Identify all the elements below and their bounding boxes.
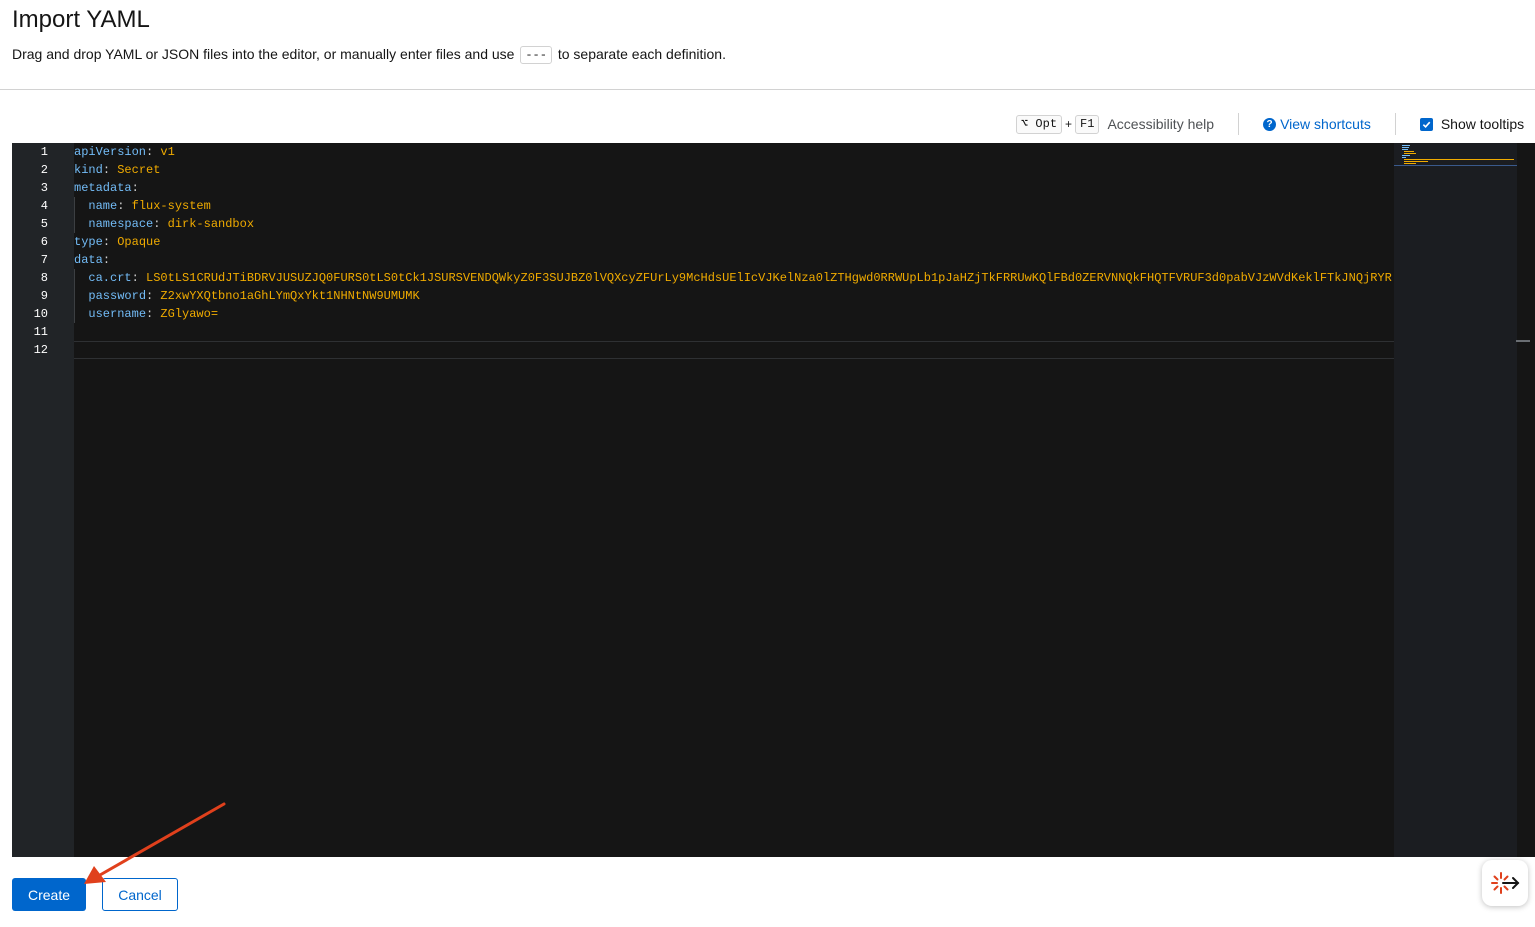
view-shortcuts-button[interactable]: ? View shortcuts xyxy=(1263,116,1371,132)
minimap-line xyxy=(1402,149,1408,150)
yaml-value: v1 xyxy=(160,145,175,159)
yaml-key: type xyxy=(74,235,103,249)
opt-key: ⌥ Opt xyxy=(1016,114,1063,134)
yaml-colon: : xyxy=(117,199,132,213)
page-description: Drag and drop YAML or JSON files into th… xyxy=(12,46,726,65)
line-number: 3 xyxy=(40,181,48,195)
checkmark-icon xyxy=(1422,121,1431,128)
yaml-colon: : xyxy=(131,181,139,195)
yaml-key: password xyxy=(88,289,147,303)
current-line-highlight xyxy=(74,341,1394,359)
yaml-colon: : xyxy=(153,217,168,231)
minimap-viewport xyxy=(1394,165,1517,166)
yaml-value: Secret xyxy=(117,163,161,177)
line-number: 2 xyxy=(40,163,48,177)
question-circle-icon: ? xyxy=(1263,117,1277,131)
line-number: 9 xyxy=(40,289,48,303)
line-number: 4 xyxy=(40,199,48,213)
code-line: apiVersion: v1 xyxy=(74,143,175,161)
yaml-value: Opaque xyxy=(117,235,161,249)
line-number-gutter: 1 2 3 4 5 6 7 8 9 10 11 12 xyxy=(12,143,74,857)
code-line: metadata: xyxy=(74,179,139,197)
line-number: 11 xyxy=(33,325,48,339)
code-line: password: Z2xwYXQtbno1aGhLYmQxYkt1NHNtNW… xyxy=(74,287,420,305)
minimap-line xyxy=(1404,163,1416,164)
line-number: 6 xyxy=(40,235,48,249)
yaml-value: Z2xwYXQtbno1aGhLYmQxYkt1NHNtNW9UMUMK xyxy=(160,289,420,303)
code-line: type: Opaque xyxy=(74,233,160,251)
show-tooltips-toggle[interactable]: Show tooltips xyxy=(1419,116,1525,132)
scrollbar-cursor-marker xyxy=(1516,340,1530,342)
yaml-colon: : xyxy=(102,253,111,267)
indent-guide xyxy=(74,215,75,233)
minimap-line xyxy=(1402,145,1410,146)
yaml-key: metadata xyxy=(74,181,132,195)
line-number: 8 xyxy=(40,271,48,285)
line-number: 10 xyxy=(33,307,48,321)
minimap-line xyxy=(1402,155,1410,156)
line-number: 7 xyxy=(40,253,48,267)
separator-code: --- xyxy=(520,46,552,65)
yaml-colon: : xyxy=(146,307,161,321)
indent-guide xyxy=(74,269,75,287)
minimap-line xyxy=(1404,151,1414,152)
description-text-end: to separate each definition. xyxy=(557,46,726,62)
code-line: name: flux-system xyxy=(74,197,211,215)
minimap-line xyxy=(1404,159,1514,160)
yaml-key: ca.crt xyxy=(88,271,132,285)
view-shortcuts-label: View shortcuts xyxy=(1280,116,1371,132)
yaml-colon: : xyxy=(102,163,118,177)
yaml-colon: : xyxy=(131,271,147,285)
yaml-key: apiVersion xyxy=(74,145,147,159)
minimap-line xyxy=(1404,153,1416,154)
line-number: 5 xyxy=(40,217,48,231)
toolbar-divider-2 xyxy=(1394,113,1396,135)
yaml-key: name xyxy=(88,199,118,213)
yaml-value: dirk-sandbox xyxy=(167,217,255,231)
f1-key: F1 xyxy=(1075,114,1100,134)
show-tooltips-label: Show tooltips xyxy=(1440,116,1525,132)
yaml-value: flux-system xyxy=(131,199,211,213)
line-number: 12 xyxy=(33,343,48,357)
yaml-value: ZGlyawo= xyxy=(160,307,219,321)
yaml-value: LS0tLS1CRUdJTiBDRVJUSUZJQ0FURS0tLS0tCk1J… xyxy=(146,271,1392,285)
header-divider xyxy=(0,89,1535,90)
editor-minimap[interactable] xyxy=(1394,143,1517,857)
launcher-burst-icon xyxy=(1491,872,1520,894)
quickstart-launcher-button[interactable] xyxy=(1482,860,1528,906)
yaml-key: namespace xyxy=(88,217,154,231)
yaml-key: kind xyxy=(74,163,103,177)
yaml-key: data xyxy=(74,253,103,267)
indent-guide xyxy=(74,287,75,305)
page-title: Import YAML xyxy=(12,6,150,33)
indent-guide xyxy=(74,197,75,215)
create-button[interactable]: Create xyxy=(12,878,86,911)
yaml-colon: : xyxy=(146,289,161,303)
code-line: namespace: dirk-sandbox xyxy=(74,215,254,233)
minimap-line xyxy=(1402,157,1406,158)
show-tooltips-checkbox[interactable] xyxy=(1419,117,1433,131)
accessibility-help-label: Accessibility help xyxy=(1107,116,1215,132)
minimap-line xyxy=(1402,147,1409,148)
indent-guide xyxy=(74,305,75,323)
editor-toolbar: ⌥ Opt + F1 Accessibility help ? View sho… xyxy=(1016,113,1530,135)
minimap-line xyxy=(1404,161,1428,162)
toolbar-divider xyxy=(1238,113,1240,135)
code-line: kind: Secret xyxy=(74,161,160,179)
yaml-editor[interactable]: 1 2 3 4 5 6 7 8 9 10 11 12 apiVersion: v1 kind: Secr… xyxy=(12,143,1535,857)
yaml-key: username xyxy=(88,307,147,321)
description-text: Drag and drop YAML or JSON files into th… xyxy=(12,46,515,62)
line-number: 1 xyxy=(40,145,48,159)
code-area[interactable]: apiVersion: v1 kind: Secret metadata: name… xyxy=(74,143,1394,857)
key-plus: + xyxy=(1065,117,1073,131)
code-line: username: ZGlyawo= xyxy=(74,305,218,323)
yaml-colon: : xyxy=(102,235,118,249)
code-line: data: xyxy=(74,251,110,269)
code-line: ca.crt: LS0tLS1CRUdJTiBDRVJUSUZJQ0FURS0t… xyxy=(74,269,1392,287)
yaml-colon: : xyxy=(146,145,161,159)
cancel-button[interactable]: Cancel xyxy=(102,878,178,911)
